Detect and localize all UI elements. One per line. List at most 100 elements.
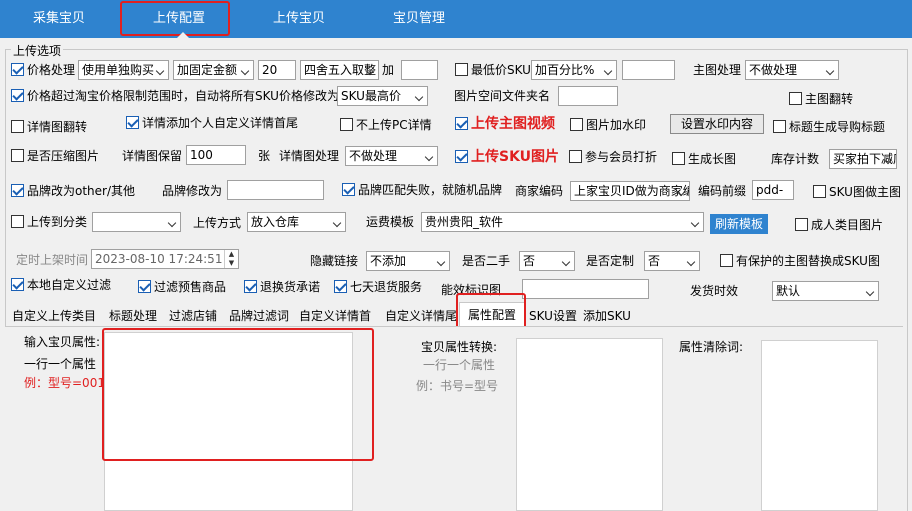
tab-upload[interactable]: 上传宝贝	[244, 0, 354, 38]
refund-label: 退换货承诺	[260, 280, 321, 294]
method-select[interactable]: 放入仓库	[247, 212, 346, 232]
detail-add-row[interactable]: 详情添加个人自定义详情首尾	[126, 114, 298, 132]
checkbox[interactable]	[455, 117, 468, 130]
convert-example: 例：书号=型号	[416, 379, 499, 393]
hide-select[interactable]: 不添加	[366, 251, 450, 271]
seven-day-row[interactable]: 七天退货服务	[334, 278, 422, 296]
checkbox[interactable]	[340, 118, 353, 131]
clear-textarea[interactable]	[761, 340, 878, 511]
effect-input[interactable]	[522, 279, 649, 299]
checkbox[interactable]	[11, 120, 24, 133]
fixed-add-select[interactable]: 加固定金额	[173, 60, 254, 80]
checkbox[interactable]	[570, 118, 583, 131]
amount-input[interactable]: 20	[258, 60, 296, 80]
subtab-detail-head[interactable]: 自定义详情首	[296, 307, 374, 326]
subtab-title[interactable]: 标题处理	[106, 307, 160, 326]
to-category-row[interactable]: 上传到分类	[11, 213, 87, 231]
checkbox[interactable]	[11, 215, 24, 228]
checkbox[interactable]	[813, 185, 826, 198]
checkbox[interactable]	[773, 120, 786, 133]
checkbox[interactable]	[11, 63, 24, 76]
min-price-input[interactable]	[622, 60, 675, 80]
watermark-label: 图片加水印	[586, 118, 647, 132]
checkbox[interactable]	[455, 150, 468, 163]
brand-modify-label: 品牌修改为	[162, 184, 223, 198]
checkbox[interactable]	[569, 150, 582, 163]
exceed-select[interactable]: SKU最高价	[337, 86, 428, 106]
ship-select[interactable]: 默认	[772, 281, 879, 301]
tab-collect[interactable]: 采集宝贝	[4, 0, 114, 38]
brand-fail-row[interactable]: 品牌匹配失败，就随机品牌	[342, 181, 502, 199]
method-label: 上传方式	[193, 216, 242, 230]
detail-flip-row[interactable]: 详情图翻转	[11, 118, 87, 136]
subtab-brand-filter[interactable]: 品牌过滤词	[226, 307, 292, 326]
checkbox[interactable]	[11, 89, 24, 102]
checkbox[interactable]	[11, 278, 24, 291]
merchant-label: 商家编码	[515, 184, 564, 198]
category-select[interactable]	[92, 212, 181, 232]
add-input[interactable]	[401, 60, 438, 80]
convert-textarea[interactable]	[516, 338, 663, 511]
main-img-select[interactable]: 不做处理	[745, 60, 839, 80]
protect-row[interactable]: 有保护的主图替换成SKU图	[720, 252, 880, 270]
compress-row[interactable]: 是否压缩图片	[11, 147, 99, 165]
checkbox[interactable]	[789, 92, 802, 105]
shipping-select[interactable]: 贵州贵阳_软件	[421, 212, 704, 232]
subtab-sku[interactable]: SKU设置	[526, 307, 580, 326]
clear-label: 属性清除词:	[679, 340, 744, 354]
set-watermark-button[interactable]: 设置水印内容	[670, 114, 764, 134]
checkbox[interactable]	[720, 254, 733, 267]
watermark-row[interactable]: 图片加水印	[570, 116, 646, 134]
subtab-add-sku[interactable]: 添加SKU	[580, 307, 634, 326]
brand-other-row[interactable]: 品牌改为other/其他	[11, 182, 135, 200]
rounding-select[interactable]: 四舍五入取整	[300, 60, 379, 80]
price-checkbox-row[interactable]: 价格处理	[11, 61, 75, 79]
local-filter-row[interactable]: 本地自定义过滤	[11, 276, 111, 294]
schedule-input[interactable]: 2023-08-10 17:24:51 ▲ ▼	[91, 249, 239, 269]
price-mode-select[interactable]: 使用单独购买	[78, 60, 169, 80]
img-folder-input[interactable]	[558, 86, 618, 106]
brand-modify-input[interactable]	[227, 180, 324, 200]
main-flip-row[interactable]: 主图翻转	[789, 90, 853, 108]
subtab-detail-tail[interactable]: 自定义详情尾	[382, 307, 458, 326]
min-price-select[interactable]: 加百分比%	[531, 60, 617, 80]
refund-row[interactable]: 退换货承诺	[244, 278, 320, 296]
checkbox[interactable]	[795, 218, 808, 231]
spin-arrows-icon[interactable]: ▲ ▼	[224, 250, 238, 268]
exceed-row[interactable]: 价格超过淘宝价格限制范围时，自动将所有SKU价格修改为	[11, 87, 339, 105]
checkbox[interactable]	[672, 152, 685, 165]
checkbox[interactable]	[11, 184, 24, 197]
stock-select[interactable]: 买家拍下减库存	[829, 149, 897, 169]
checkbox[interactable]	[244, 280, 257, 293]
min-price-row[interactable]: 最低价SKU	[455, 61, 531, 79]
detail-add-label: 详情添加个人自定义详情首尾	[142, 116, 299, 130]
checkbox[interactable]	[455, 63, 468, 76]
subtab-custom-category[interactable]: 自定义上传类目	[9, 307, 99, 326]
checkbox[interactable]	[126, 116, 139, 129]
sku-main-label: SKU图做主图	[829, 185, 901, 199]
merchant-select[interactable]: 上家宝贝ID做为商家编码	[570, 181, 690, 201]
title-guide-row[interactable]: 标题生成导购标题	[773, 118, 885, 136]
upload-sku-row[interactable]: 上传SKU图片	[455, 148, 559, 166]
subtab-filter-shop[interactable]: 过滤店铺	[166, 307, 220, 326]
shipping-label: 运费模板	[366, 215, 415, 229]
checkbox[interactable]	[138, 280, 151, 293]
sku-main-row[interactable]: SKU图做主图	[813, 183, 901, 201]
checkbox[interactable]	[334, 280, 347, 293]
refresh-template-button[interactable]: 刷新模板	[710, 214, 768, 234]
checkbox[interactable]	[11, 149, 24, 162]
member-row[interactable]: 参与会员打折	[569, 148, 657, 166]
detail-proc-select[interactable]: 不做处理	[345, 146, 438, 166]
checkbox[interactable]	[342, 183, 355, 196]
no-pc-row[interactable]: 不上传PC详情	[340, 116, 432, 134]
presale-row[interactable]: 过滤预售商品	[138, 278, 226, 296]
custom-select[interactable]: 否	[644, 251, 700, 271]
input-attr-label: 输入宝贝属性:	[24, 335, 101, 349]
second-select[interactable]: 否	[519, 251, 575, 271]
adult-row[interactable]: 成人类目图片	[795, 216, 883, 234]
tab-manage[interactable]: 宝贝管理	[364, 0, 474, 38]
prefix-input[interactable]: pdd-	[752, 180, 794, 200]
long-img-row[interactable]: 生成长图	[672, 150, 736, 168]
upload-video-row[interactable]: 上传主图视频	[455, 115, 555, 133]
keep-input[interactable]: 100	[186, 145, 246, 165]
